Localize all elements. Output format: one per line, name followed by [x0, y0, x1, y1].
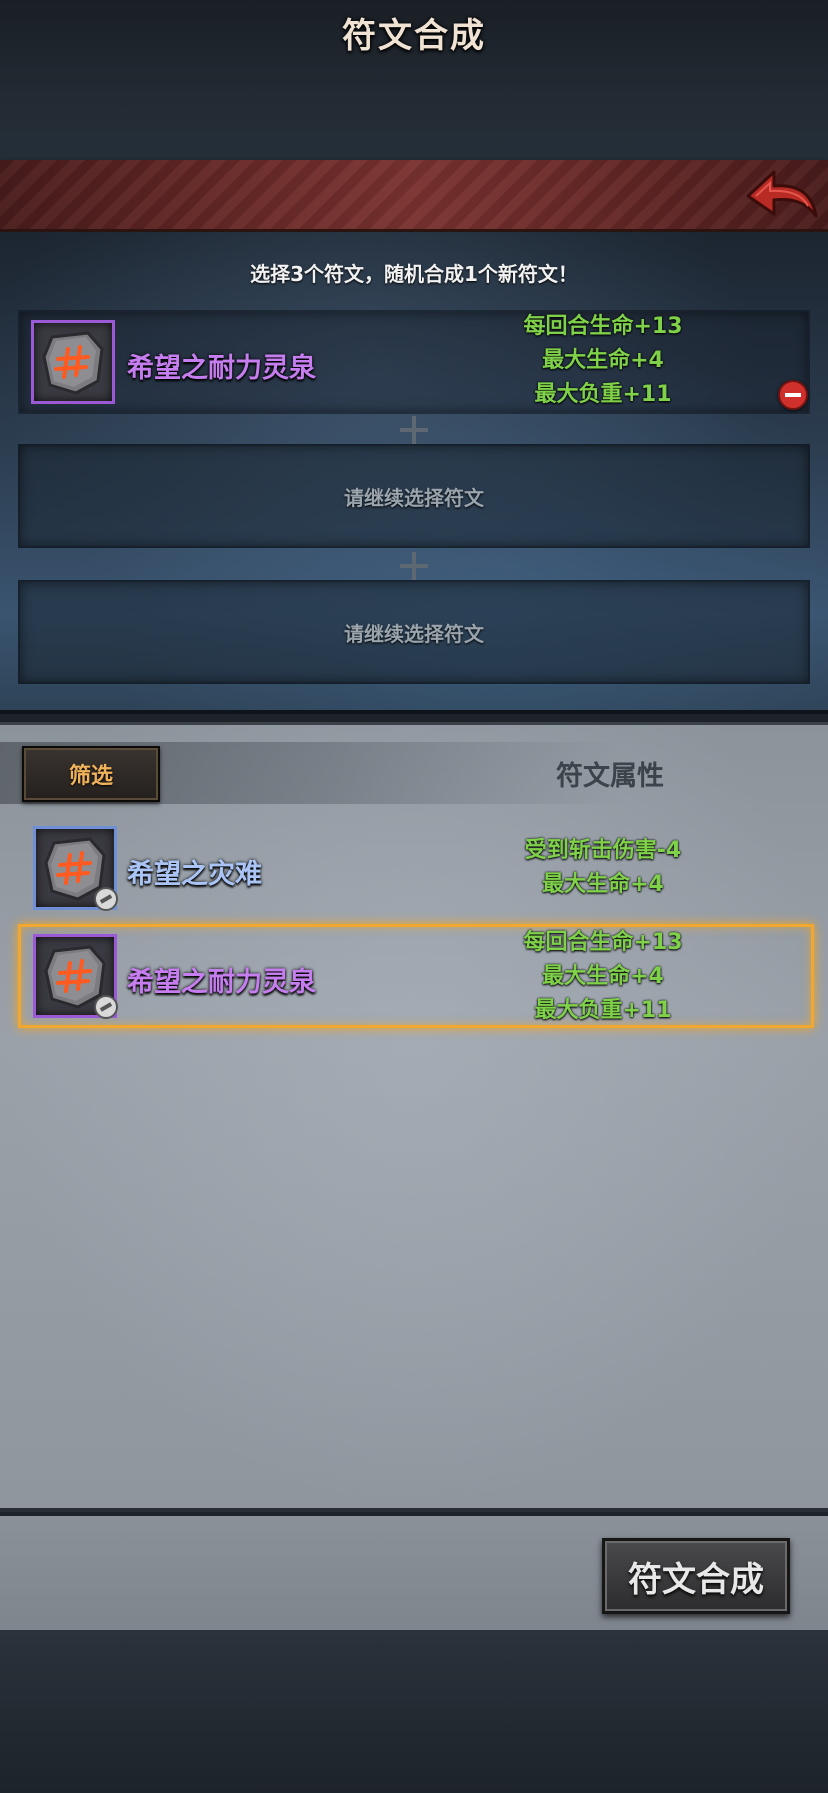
plus-icon: [400, 416, 428, 444]
rune-stats: 受到斩击伤害-4 最大生命+4: [488, 834, 718, 902]
lock-icon: [94, 887, 118, 911]
rune-name: 希望之灾难: [127, 859, 262, 890]
rune-icon: [33, 934, 118, 1019]
plus-icon: [400, 552, 428, 580]
stat-line: 每回合生命+13: [523, 930, 683, 955]
synthesize-button[interactable]: 符文合成: [602, 1538, 790, 1614]
back-arrow-icon: [746, 170, 818, 218]
stat-line: 最大生命+4: [542, 964, 664, 989]
stat-line: 最大生命+4: [542, 348, 664, 373]
rune-stone-icon: [42, 331, 104, 395]
selected-rune-stats: 每回合生命+13 最大生命+4 最大负重+11: [488, 310, 718, 412]
empty-rune-slot[interactable]: 请继续选择符文: [18, 444, 810, 548]
rune-name: 希望之耐力灵泉: [127, 967, 316, 998]
stat-line: 最大负重+11: [534, 998, 672, 1023]
back-button[interactable]: [740, 162, 820, 228]
rune-stats: 每回合生命+13 最大生命+4 最大负重+11: [488, 926, 718, 1028]
stat-line: 最大生命+4: [542, 872, 664, 897]
lock-icon: [94, 995, 118, 1019]
empty-slot-text: 请继续选择符文: [344, 621, 484, 646]
stat-line: 受到斩击伤害-4: [524, 838, 682, 863]
rune-icon: [31, 320, 115, 404]
bottom-background: [0, 1630, 828, 1793]
instruction-text: 选择3个符文，随机合成1个新符文！: [250, 262, 578, 286]
empty-rune-slot[interactable]: 请继续选择符文: [18, 580, 810, 684]
rune-icon: [33, 826, 118, 911]
attributes-header: 符文属性: [556, 761, 664, 792]
stat-line: 最大负重+11: [534, 382, 672, 407]
selected-rune-name: 希望之耐力灵泉: [127, 353, 316, 384]
empty-slot-text: 请继续选择符文: [344, 485, 484, 510]
page-title: 符文合成: [342, 16, 486, 56]
remove-rune-button[interactable]: [778, 380, 808, 410]
stat-line: 每回合生命+13: [523, 314, 683, 339]
filter-button[interactable]: 筛选: [22, 746, 160, 802]
title-bar: [0, 160, 828, 232]
